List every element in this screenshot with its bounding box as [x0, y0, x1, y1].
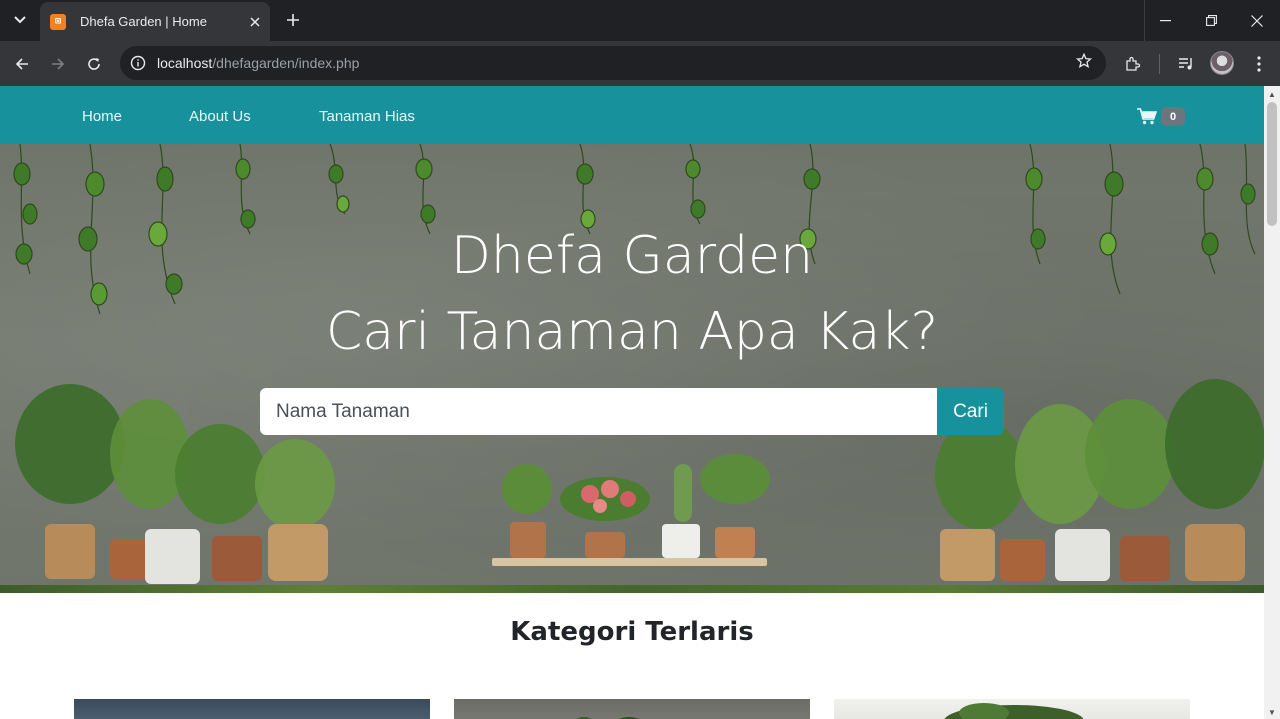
hero-plants-background	[13, 144, 1264, 584]
card-plant-image	[576, 717, 640, 719]
profile-avatar[interactable]	[1210, 51, 1234, 75]
restore-icon[interactable]	[1188, 0, 1234, 41]
site-info-icon[interactable]	[128, 53, 148, 73]
url-path: /dhefagarden/index.php	[212, 55, 360, 71]
browser-tab-bar: ⊠ Dhefa Garden | Home	[0, 0, 1280, 41]
hero-banner: Dhefa Garden Cari Tanaman Apa Kak? Cari	[0, 144, 1264, 593]
tab-search-chevron-icon[interactable]	[6, 7, 34, 33]
address-bar[interactable]: localhost/dhefagarden/index.php	[120, 46, 1106, 80]
page-viewport: Home About Us Tanaman Hias 0 Dhefa Garde…	[0, 86, 1264, 719]
section-title: Kategori Terlaris	[510, 617, 754, 647]
hero-title: Dhefa Garden	[450, 226, 814, 286]
nav-link-about-us[interactable]: About Us	[189, 108, 251, 125]
close-window-icon[interactable]	[1234, 0, 1280, 41]
category-card-2[interactable]	[454, 699, 810, 719]
tab-close-icon[interactable]	[244, 11, 266, 33]
minimize-icon[interactable]	[1142, 0, 1188, 41]
reload-icon[interactable]	[80, 50, 108, 78]
category-card-3[interactable]	[834, 699, 1190, 719]
scroll-down-arrow-icon[interactable]: ▼	[1268, 708, 1276, 717]
browser-menu-icon[interactable]	[1249, 50, 1269, 78]
tab-title: Dhefa Garden | Home	[80, 14, 207, 29]
toolbar-divider	[1159, 54, 1160, 74]
window-controls	[1142, 0, 1280, 41]
hero-subtitle: Cari Tanaman Apa Kak?	[325, 302, 939, 362]
forward-arrow-icon[interactable]	[44, 50, 72, 78]
card-plant-image-3	[944, 703, 1084, 719]
search-button[interactable]: Cari	[937, 388, 1004, 435]
extensions-puzzle-icon[interactable]	[1119, 50, 1147, 78]
cart-button[interactable]: 0	[1137, 107, 1185, 126]
nav-link-tanaman-hias[interactable]: Tanaman Hias	[319, 108, 415, 125]
search-form: Cari	[260, 388, 1004, 435]
xampp-favicon-icon: ⊠	[50, 13, 66, 30]
url-host: localhost	[157, 55, 213, 71]
back-arrow-icon[interactable]	[8, 50, 36, 78]
cart-count-badge: 0	[1161, 107, 1185, 126]
scroll-up-arrow-icon[interactable]: ▲	[1268, 90, 1276, 99]
browser-tab-active[interactable]: ⊠ Dhefa Garden | Home	[40, 2, 270, 41]
category-card-1[interactable]	[74, 699, 430, 719]
plant-search-input[interactable]	[260, 388, 937, 435]
scrollbar-thumb[interactable]	[1267, 102, 1277, 226]
hero-grass-strip	[0, 585, 1264, 593]
browser-toolbar: localhost/dhefagarden/index.php	[0, 41, 1280, 86]
nav-link-home[interactable]: Home	[82, 108, 122, 125]
shopping-cart-icon	[1137, 108, 1157, 125]
bookmark-star-icon[interactable]	[1075, 52, 1093, 74]
site-navbar: Home About Us Tanaman Hias 0	[0, 86, 1264, 144]
new-tab-icon[interactable]	[280, 7, 306, 33]
media-controls-icon[interactable]	[1172, 50, 1200, 78]
url-text: localhost/dhefagarden/index.php	[157, 55, 359, 71]
page-scrollbar[interactable]: ▲ ▼	[1264, 86, 1280, 719]
